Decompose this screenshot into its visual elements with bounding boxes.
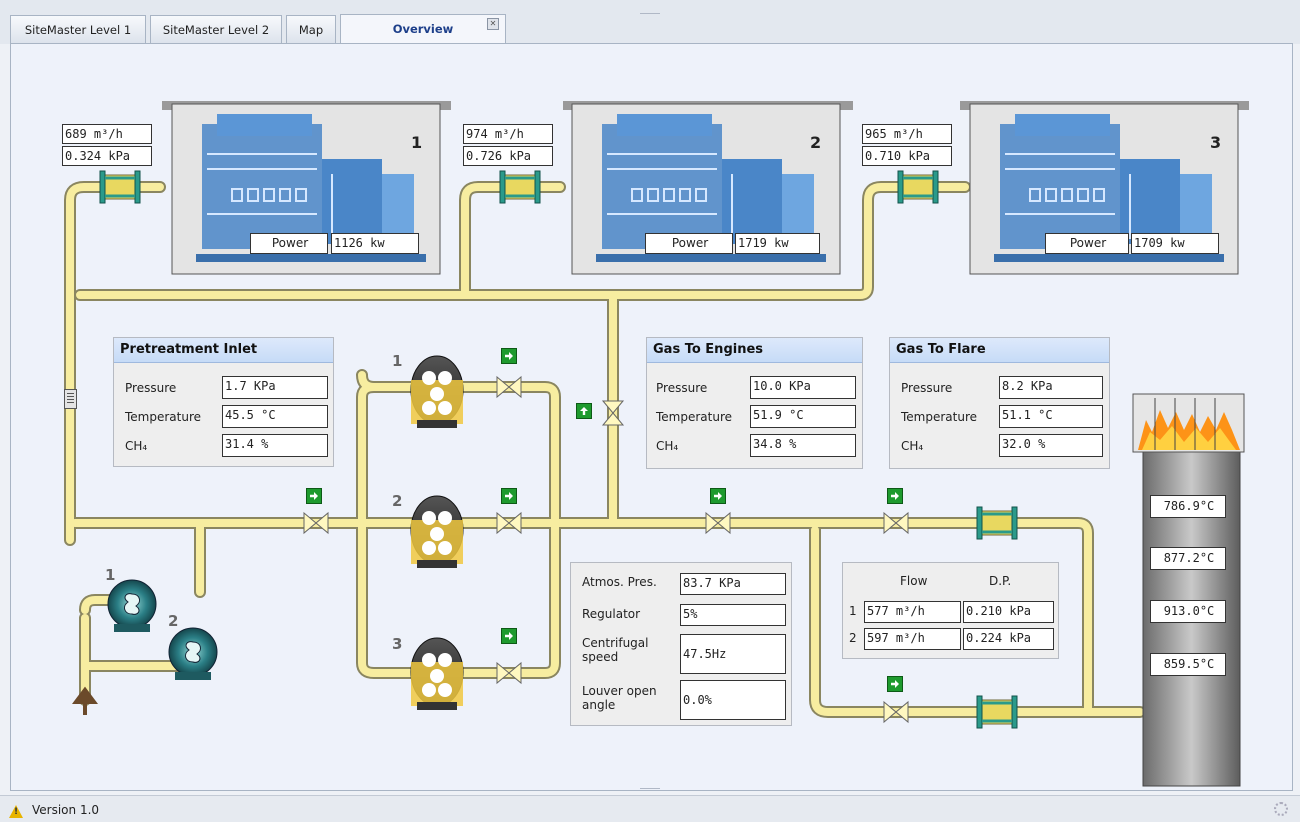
dp-column-header: D.P. [989,574,1012,588]
engine-1-power: 1126 kw [331,233,419,254]
arrow-right-button-inlet[interactable] [306,488,322,504]
blower-1[interactable] [107,579,157,633]
arrow-up-button-engines[interactable] [576,403,592,419]
engine-2-flow: 974 m³/h [463,124,553,144]
engine-3-power: 1709 kw [1131,233,1219,254]
temperature-label: Temperature [125,410,202,424]
pressure-label: Pressure [656,381,708,395]
arrow-right-button-pump-1[interactable] [501,348,517,364]
temperature-value: 51.9 °C [750,405,856,428]
arrow-right-button-flare-1[interactable] [887,488,903,504]
panel-title: Gas To Flare [890,338,1109,363]
engine-1-power-label: Power [250,233,328,254]
atmos-pressure-label: Atmos. Pres. [582,575,657,589]
louver-open-angle-label: Louver open angle [582,684,657,712]
engine-1-pressure: 0.324 kPa [62,146,152,166]
ch4-label: CH₄ [901,439,924,453]
valve-pump-1[interactable] [496,376,522,398]
regulator-value: 5% [680,604,786,626]
engine-3-power-label: Power [1045,233,1129,254]
flow-row-index: 2 [849,631,857,645]
flare-temp-3: 913.0°C [1150,600,1226,623]
gas-to-engines-panel: Gas To Engines Pressure 10.0 KPa Tempera… [646,337,863,469]
engine-2-pressure: 0.726 kPa [463,146,553,166]
flow-meter-engine-2 [498,169,542,205]
engine-2-power-label: Power [645,233,733,254]
status-bar: ! Version 1.0 [0,795,1300,822]
valve-main[interactable] [705,512,731,534]
blower-2-number: 2 [168,612,179,630]
engine-1-number: 1 [411,133,423,152]
arrow-right-button-pump-2[interactable] [501,488,517,504]
temperature-label: Temperature [901,410,978,424]
pump-2[interactable] [410,495,464,569]
flare-flow-panel: Flow D.P. 1 577 m³/h 0.210 kPa 2 597 m³/… [842,562,1059,659]
arrow-right-button-pump-3[interactable] [501,628,517,644]
arrow-right-button-main[interactable] [710,488,726,504]
panel-title: Pretreatment Inlet [114,338,333,363]
atmospheric-panel: Atmos. Pres. 83.7 KPa Regulator 5% Centr… [570,562,792,726]
valve-flare-1[interactable] [883,512,909,534]
engine-3-pressure: 0.710 kPa [862,146,952,166]
panel-title: Gas To Engines [647,338,862,363]
pump-2-number: 2 [392,492,403,510]
centrifugal-speed-value: 47.5Hz [680,634,786,674]
warning-icon: ! [9,805,23,818]
flow-meter-flare-2 [975,694,1019,730]
engine-2-number: 2 [810,133,822,152]
atmos-pressure-value: 83.7 KPa [680,573,786,595]
blower-1-number: 1 [105,566,116,584]
blower-2[interactable] [168,627,218,681]
engine-1-flow: 689 m³/h [62,124,152,144]
flow-meter-engine-1 [98,169,142,205]
flare-temp-2: 877.2°C [1150,547,1226,570]
arrow-right-button-flare-2[interactable] [887,676,903,692]
inlet-arrow-icon [72,686,98,715]
flow-row-index: 1 [849,604,857,618]
temperature-value: 51.1 °C [999,405,1103,428]
valve-pump-3[interactable] [496,662,522,684]
pressure-value: 8.2 KPa [999,376,1103,399]
flare-temp-1: 786.9°C [1150,495,1226,518]
valve-to-engines[interactable] [602,400,624,426]
loading-spinner-icon [1274,802,1288,816]
valve-pump-2[interactable] [496,512,522,534]
valve-inlet[interactable] [303,512,329,534]
temperature-label: Temperature [656,410,733,424]
ch4-value: 34.8 % [750,434,856,457]
ch4-label: CH₄ [125,439,148,453]
engine-2-power: 1719 kw [735,233,820,254]
pump-1-number: 1 [392,352,403,370]
pressure-label: Pressure [125,381,177,395]
gas-to-flare-panel: Gas To Flare Pressure 8.2 KPa Temperatur… [889,337,1110,469]
ch4-value: 31.4 % [222,434,328,457]
flow-meter-engine-3 [896,169,940,205]
ch4-label: CH₄ [656,439,679,453]
flow-row-1-flow: 577 m³/h [864,601,961,623]
ch4-value: 32.0 % [999,434,1103,457]
pump-3-number: 3 [392,635,403,653]
temperature-value: 45.5 °C [222,405,328,428]
flare-temp-4: 859.5°C [1150,653,1226,676]
pump-3[interactable] [410,637,464,711]
flow-column-header: Flow [900,574,928,588]
pretreatment-inlet-panel: Pretreatment Inlet Pressure 1.7 KPa Temp… [113,337,334,467]
engine-3-flow: 965 m³/h [862,124,952,144]
flow-row-2-dp: 0.224 kPa [963,628,1054,650]
pressure-value: 1.7 KPa [222,376,328,399]
centrifugal-speed-label: Centrifugal speed [582,636,649,664]
pump-1[interactable] [410,355,464,429]
pressure-label: Pressure [901,381,953,395]
regulator-label: Regulator [582,607,641,621]
flow-meter-flare-1 [975,505,1019,541]
version-label: Version 1.0 [32,803,100,817]
flow-row-1-dp: 0.210 kPa [963,601,1054,623]
document-icon[interactable] [64,389,77,409]
louver-open-angle-value: 0.0% [680,680,786,720]
pressure-value: 10.0 KPa [750,376,856,399]
bottom-splitter-handle[interactable] [640,788,660,794]
flow-row-2-flow: 597 m³/h [864,628,961,650]
valve-flare-2[interactable] [883,701,909,723]
engine-3-number: 3 [1210,133,1222,152]
